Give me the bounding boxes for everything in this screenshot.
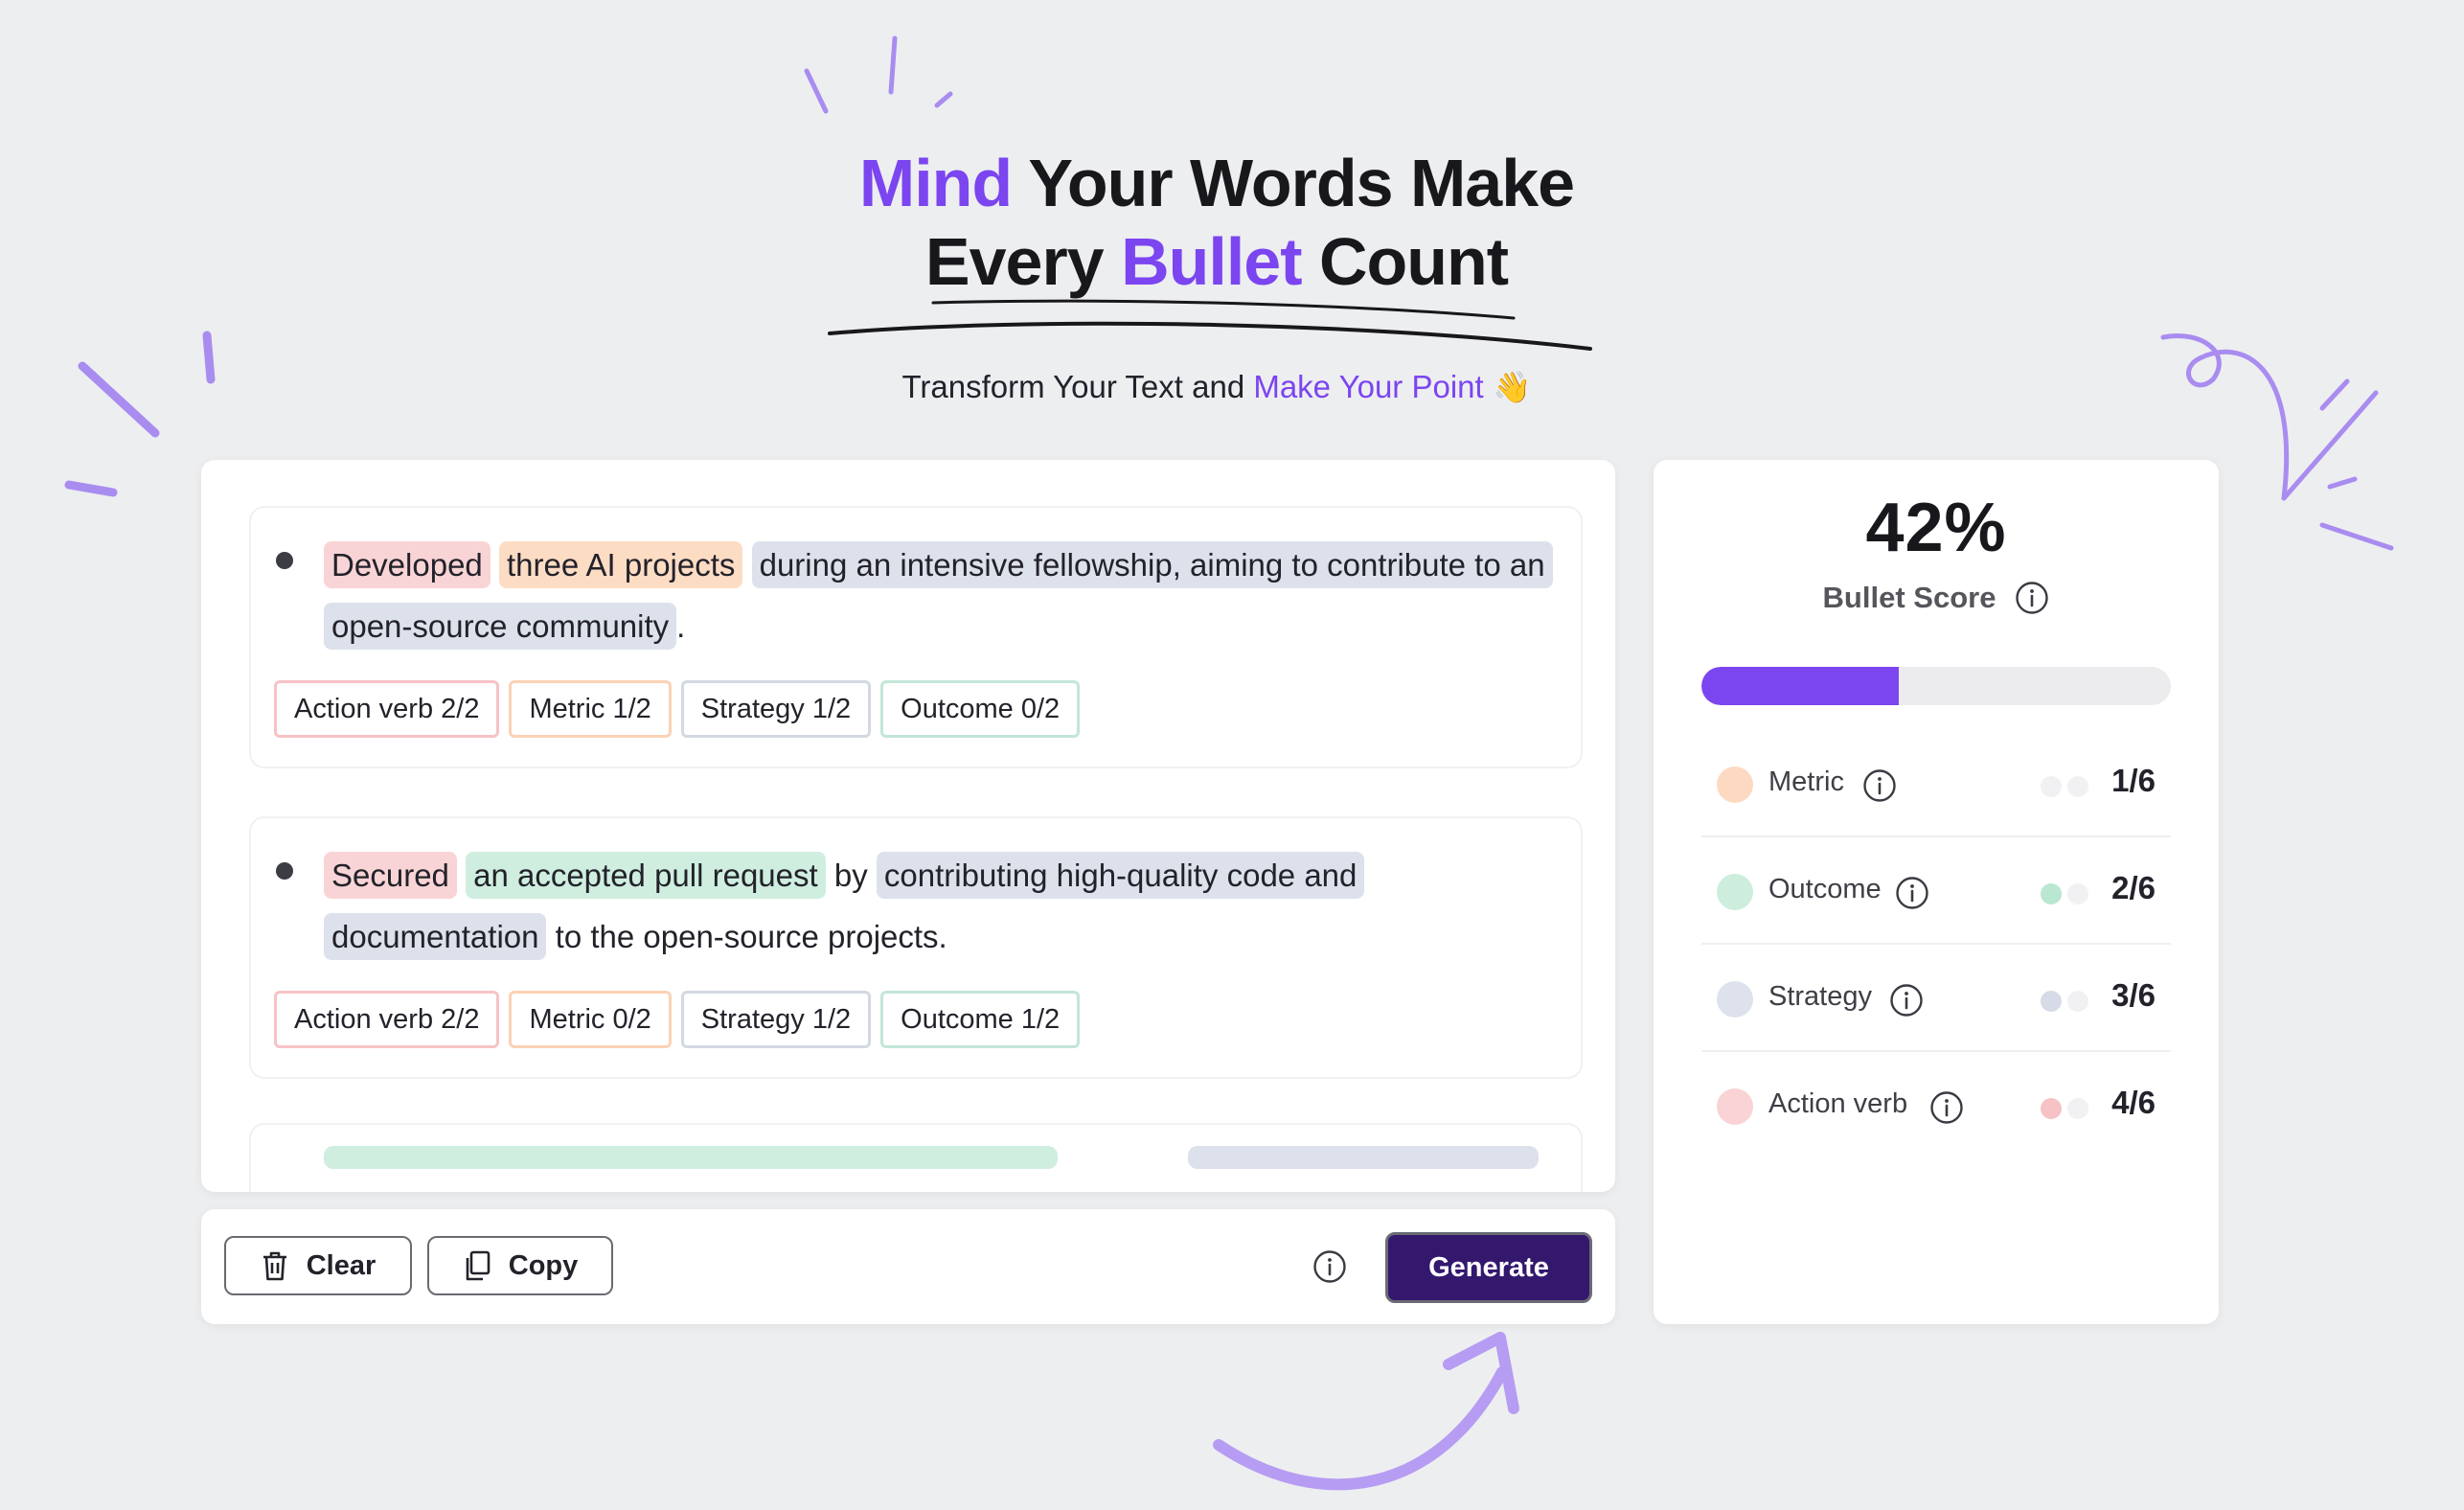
editor-toolbar: Clear Copy Generate <box>201 1209 1615 1324</box>
metric-pip <box>2067 991 2088 1012</box>
tag-list: Action verb 2/2 Metric 0/2 Strategy 1/2 … <box>274 991 1081 1048</box>
metric-color-dot <box>1717 766 1753 803</box>
subtitle-accent: Make Your Point <box>1253 369 1484 404</box>
title-accent: Mind <box>858 146 1013 220</box>
score-label-row: Bullet Score <box>1654 581 2219 615</box>
score-label: Bullet Score <box>1822 581 1996 614</box>
waving-hand-icon: 👋 <box>1493 370 1532 404</box>
score-progress-fill <box>1701 667 1899 705</box>
copy-button[interactable]: Copy <box>427 1236 613 1295</box>
metric-value: 4/6 <box>2111 1085 2156 1120</box>
metric-pip <box>2041 776 2062 797</box>
metric-label: Action verb <box>1768 1088 1908 1119</box>
tag-outcome: Outcome 0/2 <box>880 680 1081 738</box>
tag-metric: Metric 0/2 <box>509 991 672 1048</box>
metric-row-metric: Metric 1/6 <box>1701 730 2171 837</box>
metric-label: Outcome <box>1768 874 1882 904</box>
metric-color-dot <box>1717 874 1753 910</box>
highlight-action-verb: Secured <box>324 852 457 899</box>
metric-label: Metric <box>1768 766 1844 797</box>
generate-button[interactable]: Generate <box>1385 1232 1592 1303</box>
spark-line <box>804 68 829 114</box>
plain-text: to the open-source projects. <box>555 919 947 954</box>
spark-line <box>934 91 953 108</box>
highlight-outcome <box>324 1146 1058 1169</box>
metric-pip <box>2041 883 2062 904</box>
bullet-card[interactable]: Secured an accepted pull request by cont… <box>249 816 1583 1079</box>
metric-value: 1/6 <box>2111 763 2156 798</box>
title-text: Count <box>1301 224 1509 299</box>
metric-pips <box>2041 1098 2088 1119</box>
highlight-outcome: an accepted pull request <box>466 852 826 899</box>
page-subtitle: Transform Your Text and Make Your Point 👋 <box>0 369 2433 405</box>
metric-row-outcome: Outcome 2/6 <box>1701 837 2171 945</box>
metric-color-dot <box>1717 981 1753 1018</box>
info-icon[interactable] <box>1895 876 1929 910</box>
score-progress-bar <box>1701 667 2171 705</box>
score-percent: 42% <box>1865 490 2007 566</box>
bullet-card[interactable]: Developed three AI projects during an in… <box>249 506 1583 768</box>
metric-pip <box>2067 776 2088 797</box>
metric-value: 2/6 <box>2111 870 2156 905</box>
metric-row-strategy: Strategy 3/6 <box>1701 945 2171 1052</box>
title-underline <box>931 299 1516 320</box>
trash-icon <box>262 1251 286 1281</box>
metric-color-dot <box>1717 1088 1753 1125</box>
bullet-editor[interactable]: Developed three AI projects during an in… <box>201 460 1615 1192</box>
bullet-text[interactable]: Secured an accepted pull request by cont… <box>324 845 1560 968</box>
info-icon[interactable] <box>1929 1090 1964 1125</box>
clear-button[interactable]: Clear <box>224 1236 412 1295</box>
metric-pip <box>2067 1098 2088 1119</box>
highlight-action-verb: Developed <box>324 541 491 588</box>
pointer-arrow <box>1213 1366 1508 1491</box>
bullet-marker <box>276 552 293 569</box>
tag-action-verb: Action verb 2/2 <box>274 991 500 1048</box>
clear-label: Clear <box>306 1249 376 1281</box>
spark-line <box>2281 390 2379 501</box>
plain-text: by <box>833 858 868 893</box>
info-icon[interactable] <box>1312 1249 1347 1284</box>
metric-pip <box>2067 883 2088 904</box>
page-title: Mind Your Words Make Every Bullet Count <box>0 144 2433 301</box>
tag-outcome: Outcome 1/2 <box>880 991 1081 1048</box>
bullet-marker <box>276 862 293 880</box>
bullet-text[interactable]: Developed three AI projects during an in… <box>324 535 1560 657</box>
highlight-strategy <box>1188 1146 1539 1169</box>
metric-pip <box>2041 1098 2062 1119</box>
metric-pips <box>2041 991 2088 1012</box>
bullet-card-partial[interactable] <box>249 1123 1583 1192</box>
tag-strategy: Strategy 1/2 <box>680 991 872 1048</box>
score-panel: 42% Bullet Score Metric 1/6 Outcome 2/6 … <box>1654 460 2219 1324</box>
title-text: Every <box>924 224 1122 299</box>
copy-icon <box>466 1250 491 1281</box>
tag-strategy: Strategy 1/2 <box>680 680 872 738</box>
title-underline <box>828 321 1592 351</box>
plain-text: . <box>676 608 686 644</box>
metric-value: 3/6 <box>2111 977 2156 1013</box>
metric-label: Strategy <box>1768 981 1872 1012</box>
info-icon[interactable] <box>1862 768 1897 803</box>
tag-metric: Metric 1/2 <box>509 680 672 738</box>
spark-line <box>2319 522 2394 551</box>
tag-action-verb: Action verb 2/2 <box>274 680 500 738</box>
subtitle-text: Transform Your Text and <box>901 369 1254 404</box>
metric-pips <box>2041 883 2088 904</box>
metric-row-action-verb: Action verb 4/6 <box>1701 1052 2171 1159</box>
title-text: Your Words Make <box>1012 146 1575 220</box>
tag-list: Action verb 2/2 Metric 1/2 Strategy 1/2 … <box>274 680 1081 738</box>
title-accent: Bullet <box>1121 224 1302 299</box>
metric-pip <box>2041 991 2062 1012</box>
info-icon[interactable] <box>1889 983 1924 1018</box>
spark-line <box>64 480 118 497</box>
info-icon[interactable] <box>2015 581 2049 615</box>
spark-line <box>2327 476 2358 490</box>
spark-line <box>888 35 898 95</box>
highlight-metric: three AI projects <box>498 541 743 588</box>
metric-pips <box>2041 776 2088 797</box>
copy-label: Copy <box>508 1249 579 1281</box>
